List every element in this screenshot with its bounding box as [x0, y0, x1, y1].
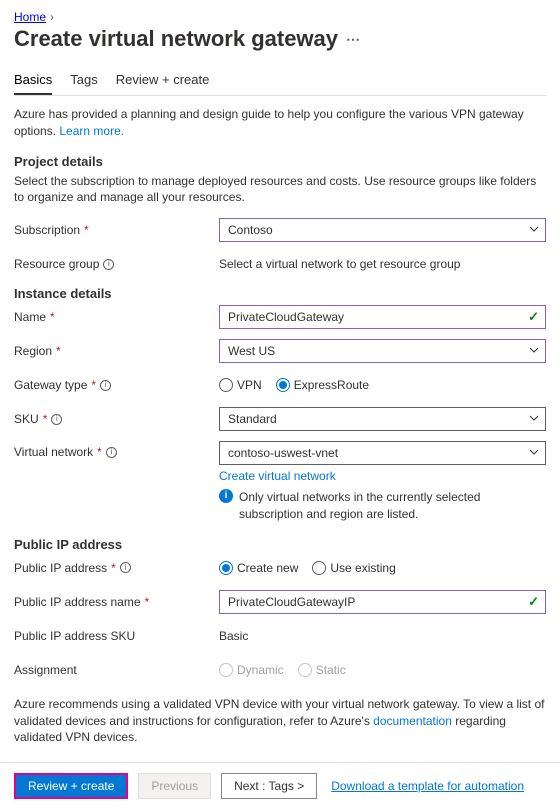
- section-instance-title: Instance details: [14, 286, 546, 301]
- footer-note: Azure recommends using a validated VPN d…: [14, 696, 546, 746]
- gateway-type-expressroute-radio[interactable]: ExpressRoute: [276, 378, 369, 392]
- check-icon: ✓: [528, 309, 539, 325]
- tab-basics[interactable]: Basics: [14, 66, 52, 95]
- info-badge-icon: i: [219, 489, 233, 503]
- vnet-label: Virtual network* i: [14, 441, 219, 459]
- vnet-info-note: i Only virtual networks in the currently…: [219, 489, 546, 523]
- tab-review[interactable]: Review + create: [116, 66, 210, 95]
- chevron-right-icon: ›: [50, 10, 54, 24]
- gateway-type-vpn-radio[interactable]: VPN: [219, 378, 262, 392]
- gateway-type-label: Gateway type* i: [14, 378, 219, 392]
- chevron-down-icon: [529, 446, 539, 460]
- publicip-name-input[interactable]: PrivateCloudGatewayIP ✓: [219, 590, 546, 614]
- chevron-down-icon: [529, 412, 539, 426]
- publicip-useexisting-radio[interactable]: Use existing: [312, 561, 395, 575]
- chevron-down-icon: [529, 223, 539, 237]
- name-label: Name*: [14, 310, 219, 324]
- publicip-name-label: Public IP address name*: [14, 595, 219, 609]
- next-button[interactable]: Next : Tags >: [221, 773, 317, 799]
- more-icon[interactable]: ⋯: [346, 31, 360, 48]
- publicip-createnew-radio[interactable]: Create new: [219, 561, 298, 575]
- info-icon[interactable]: i: [106, 447, 117, 458]
- tabs: Basics Tags Review + create: [14, 66, 546, 96]
- info-icon[interactable]: i: [100, 380, 111, 391]
- info-icon[interactable]: i: [51, 414, 62, 425]
- subscription-label: Subscription*: [14, 223, 219, 237]
- check-icon: ✓: [528, 594, 539, 610]
- publicip-sku-label: Public IP address SKU: [14, 629, 219, 643]
- chevron-down-icon: [529, 344, 539, 358]
- section-publicip-title: Public IP address: [14, 537, 546, 552]
- section-project-desc: Select the subscription to manage deploy…: [14, 173, 546, 207]
- resource-group-text: Select a virtual network to get resource…: [219, 257, 460, 271]
- assignment-static-radio: Static: [298, 663, 346, 677]
- sku-label: SKU* i: [14, 412, 219, 426]
- name-input[interactable]: PrivateCloudGateway ✓: [219, 305, 546, 329]
- section-project-title: Project details: [14, 154, 546, 169]
- bottom-bar: Review + create Previous Next : Tags > D…: [0, 762, 560, 809]
- documentation-link[interactable]: documentation: [373, 714, 452, 728]
- assignment-label: Assignment: [14, 663, 219, 677]
- region-label: Region*: [14, 344, 219, 358]
- breadcrumb: Home ›: [14, 10, 546, 24]
- publicip-sku-value: Basic: [219, 629, 248, 643]
- breadcrumb-home[interactable]: Home: [14, 10, 46, 24]
- learn-more-link[interactable]: Learn more.: [59, 124, 124, 138]
- publicip-address-label: Public IP address* i: [14, 561, 219, 575]
- resource-group-label: Resource group i: [14, 257, 219, 271]
- previous-button: Previous: [138, 773, 211, 799]
- info-icon[interactable]: i: [103, 259, 114, 270]
- tab-tags[interactable]: Tags: [70, 66, 97, 95]
- intro-text: Azure has provided a planning and design…: [14, 106, 546, 140]
- sku-select[interactable]: Standard: [219, 407, 546, 431]
- subscription-select[interactable]: Contoso: [219, 218, 546, 242]
- vnet-select[interactable]: contoso-uswest-vnet: [219, 441, 546, 465]
- region-select[interactable]: West US: [219, 339, 546, 363]
- assignment-dynamic-radio: Dynamic: [219, 663, 284, 677]
- info-icon[interactable]: i: [120, 562, 131, 573]
- page-title: Create virtual network gateway ⋯: [14, 26, 546, 52]
- download-template-link[interactable]: Download a template for automation: [331, 779, 524, 793]
- create-vnet-link[interactable]: Create virtual network: [219, 469, 546, 483]
- review-create-button[interactable]: Review + create: [14, 773, 128, 799]
